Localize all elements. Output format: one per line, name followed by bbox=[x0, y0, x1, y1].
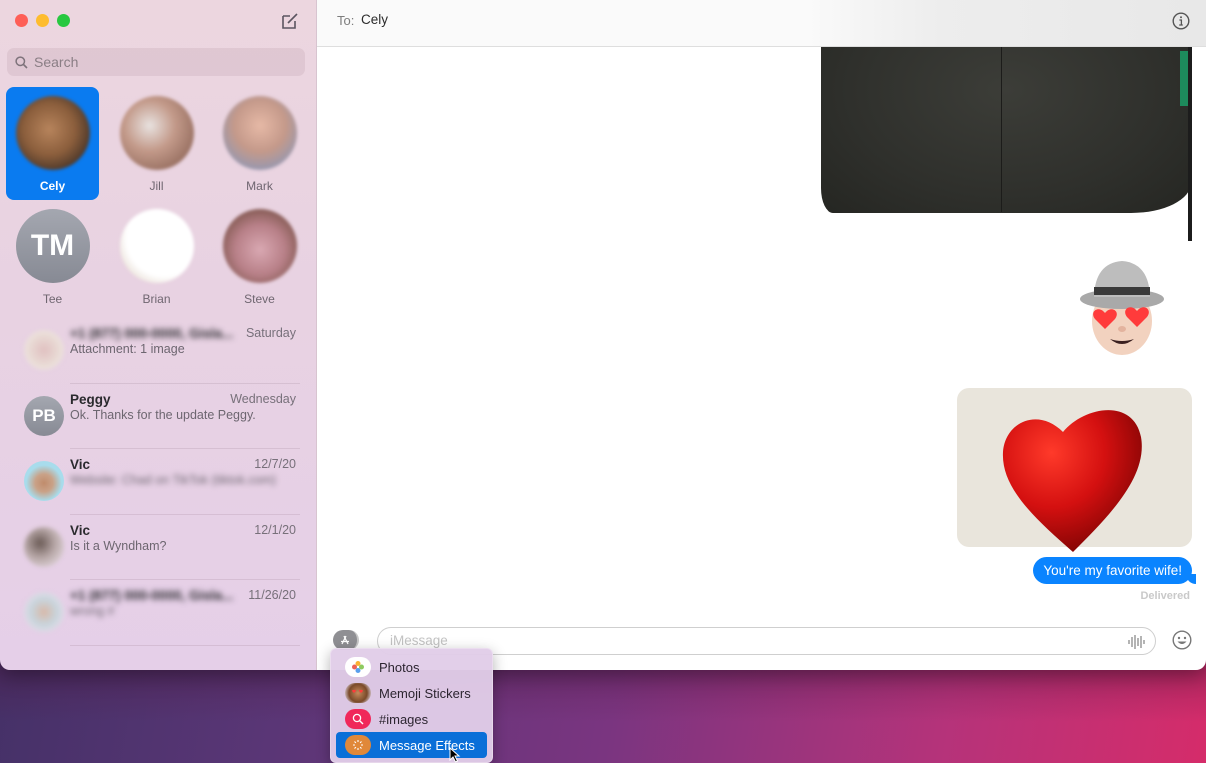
audio-message-icon[interactable] bbox=[1127, 633, 1145, 651]
conversation-name: Vic bbox=[70, 457, 91, 472]
delivery-status: Delivered bbox=[1140, 590, 1190, 602]
conversation-pane: To: Cely You're my favorite wife! Delive… bbox=[317, 0, 1206, 670]
message-effects-icon bbox=[345, 735, 371, 755]
pinned-contact[interactable]: Jill bbox=[110, 87, 203, 200]
pinned-contact-name: Mark bbox=[246, 179, 273, 193]
conversation-name: Vic bbox=[70, 522, 91, 538]
search-input[interactable] bbox=[34, 54, 284, 70]
conversation-date: 11/26/20 bbox=[248, 588, 296, 602]
avatar bbox=[15, 96, 90, 170]
conversation-date: 12/7/20 bbox=[254, 457, 296, 471]
pinned-contact-name: Cely bbox=[39, 179, 66, 193]
avatar bbox=[222, 96, 297, 170]
menu-item-label: Photos bbox=[379, 659, 420, 675]
image-message[interactable] bbox=[821, 47, 1192, 241]
conversation-item[interactable]: Vic 12/7/20 Website: Chad on TikTok (tik… bbox=[0, 449, 317, 515]
photo-detail bbox=[1001, 47, 1002, 212]
desktop-background bbox=[0, 660, 1206, 763]
divider bbox=[70, 644, 300, 646]
conversation-name: Peggy bbox=[70, 391, 111, 407]
menu-item-photos[interactable]: Photos bbox=[336, 654, 487, 680]
pinned-contact-name: Brian bbox=[142, 292, 171, 306]
conversation-header: To: Cely bbox=[317, 0, 1206, 47]
avatar bbox=[119, 96, 194, 170]
menu-item-message-effects[interactable]: Message Effects bbox=[336, 732, 487, 758]
apps-menu: Photos Memoji Stickers #images Message E… bbox=[330, 648, 493, 763]
info-button[interactable] bbox=[1172, 12, 1190, 30]
compose-button[interactable] bbox=[279, 10, 301, 32]
search-icon bbox=[15, 55, 28, 69]
menu-item-memoji-stickers[interactable]: Memoji Stickers bbox=[336, 680, 487, 706]
photo-content bbox=[821, 47, 1191, 213]
conversation-name: +1 (877) 000-0000, Gisla... bbox=[70, 588, 234, 603]
avatar-initials: PB bbox=[24, 395, 64, 436]
message-input[interactable] bbox=[390, 633, 1110, 648]
menu-item-label: #images bbox=[379, 711, 429, 727]
pinned-contact-name: Steve bbox=[244, 292, 275, 306]
to-label: To: bbox=[337, 13, 355, 28]
conversation-date: 12/1/20 bbox=[254, 522, 296, 537]
menu-item-label: Memoji Stickers bbox=[379, 685, 471, 701]
conversation-preview: Website: Chad on TikTok (tiktok.com) bbox=[70, 473, 277, 487]
info-icon bbox=[1172, 12, 1190, 30]
emoji-icon bbox=[1172, 630, 1192, 650]
avatar bbox=[24, 526, 64, 567]
messages-window: Cely Jill Mark TM Tee Brian Steve bbox=[0, 0, 1206, 670]
message-bubble[interactable]: You're my favorite wife! bbox=[1033, 557, 1196, 584]
photos-icon bbox=[345, 657, 371, 677]
conversation-preview: Ok. Thanks for the update Peggy. bbox=[70, 407, 256, 422]
conversation-list: +1 (877) 000-0000, Gisla... Saturday Att… bbox=[0, 318, 317, 646]
avatar bbox=[222, 209, 297, 283]
pinned-contact[interactable]: TM Tee bbox=[6, 200, 99, 313]
maximize-button[interactable] bbox=[57, 14, 70, 27]
avatar bbox=[24, 461, 64, 501]
window-controls bbox=[15, 14, 70, 27]
avatar bbox=[24, 592, 64, 632]
menu-item-images[interactable]: #images bbox=[336, 706, 487, 732]
avatar bbox=[119, 209, 194, 283]
compose-icon bbox=[282, 13, 298, 29]
avatar-initials: TM bbox=[15, 209, 90, 283]
recipient-name[interactable]: Cely bbox=[361, 12, 388, 27]
conversation-preview: Attachment: 1 image bbox=[70, 342, 185, 356]
sidebar: Cely Jill Mark TM Tee Brian Steve bbox=[0, 0, 317, 670]
image-message[interactable] bbox=[957, 388, 1192, 552]
memoji-icon bbox=[345, 683, 371, 703]
conversation-item[interactable]: Vic 12/1/20 Is it a Wyndham? bbox=[0, 515, 317, 580]
pinned-contact[interactable]: Steve bbox=[213, 200, 306, 313]
photo-detail bbox=[1180, 51, 1188, 106]
heart-image bbox=[1002, 410, 1142, 552]
pinned-contact-name: Jill bbox=[149, 179, 164, 193]
close-button[interactable] bbox=[15, 14, 28, 27]
pinned-contact[interactable]: Cely bbox=[6, 87, 99, 200]
conversation-preview: wrong # bbox=[70, 604, 115, 618]
apps-button[interactable] bbox=[333, 630, 359, 650]
conversation-date: Wednesday bbox=[230, 391, 296, 406]
photo-detail bbox=[1188, 47, 1192, 241]
conversation-item[interactable]: PB Peggy Wednesday Ok. Thanks for the up… bbox=[0, 384, 317, 449]
conversation-date: Saturday bbox=[245, 326, 296, 340]
pinned-contact[interactable]: Mark bbox=[213, 87, 306, 200]
pinned-contact-name: Tee bbox=[42, 292, 63, 306]
conversation-name: +1 (877) 000-0000, Gisla... bbox=[70, 326, 234, 341]
pinned-contact[interactable]: Brian bbox=[110, 200, 203, 313]
search-field[interactable] bbox=[7, 48, 305, 76]
message-field[interactable] bbox=[377, 627, 1156, 655]
conversation-preview: Is it a Wyndham? bbox=[70, 538, 167, 553]
conversation-item[interactable]: +1 (877) 000-0000, Gisla... 11/26/20 wro… bbox=[0, 580, 317, 646]
memoji-sticker[interactable] bbox=[1077, 255, 1167, 360]
images-search-icon bbox=[345, 709, 371, 729]
avatar bbox=[24, 330, 64, 370]
mouse-cursor-icon bbox=[449, 747, 461, 763]
app-store-icon bbox=[341, 635, 349, 645]
emoji-button[interactable] bbox=[1172, 630, 1192, 650]
minimize-button[interactable] bbox=[36, 14, 49, 27]
conversation-item[interactable]: +1 (877) 000-0000, Gisla... Saturday Att… bbox=[0, 318, 317, 384]
